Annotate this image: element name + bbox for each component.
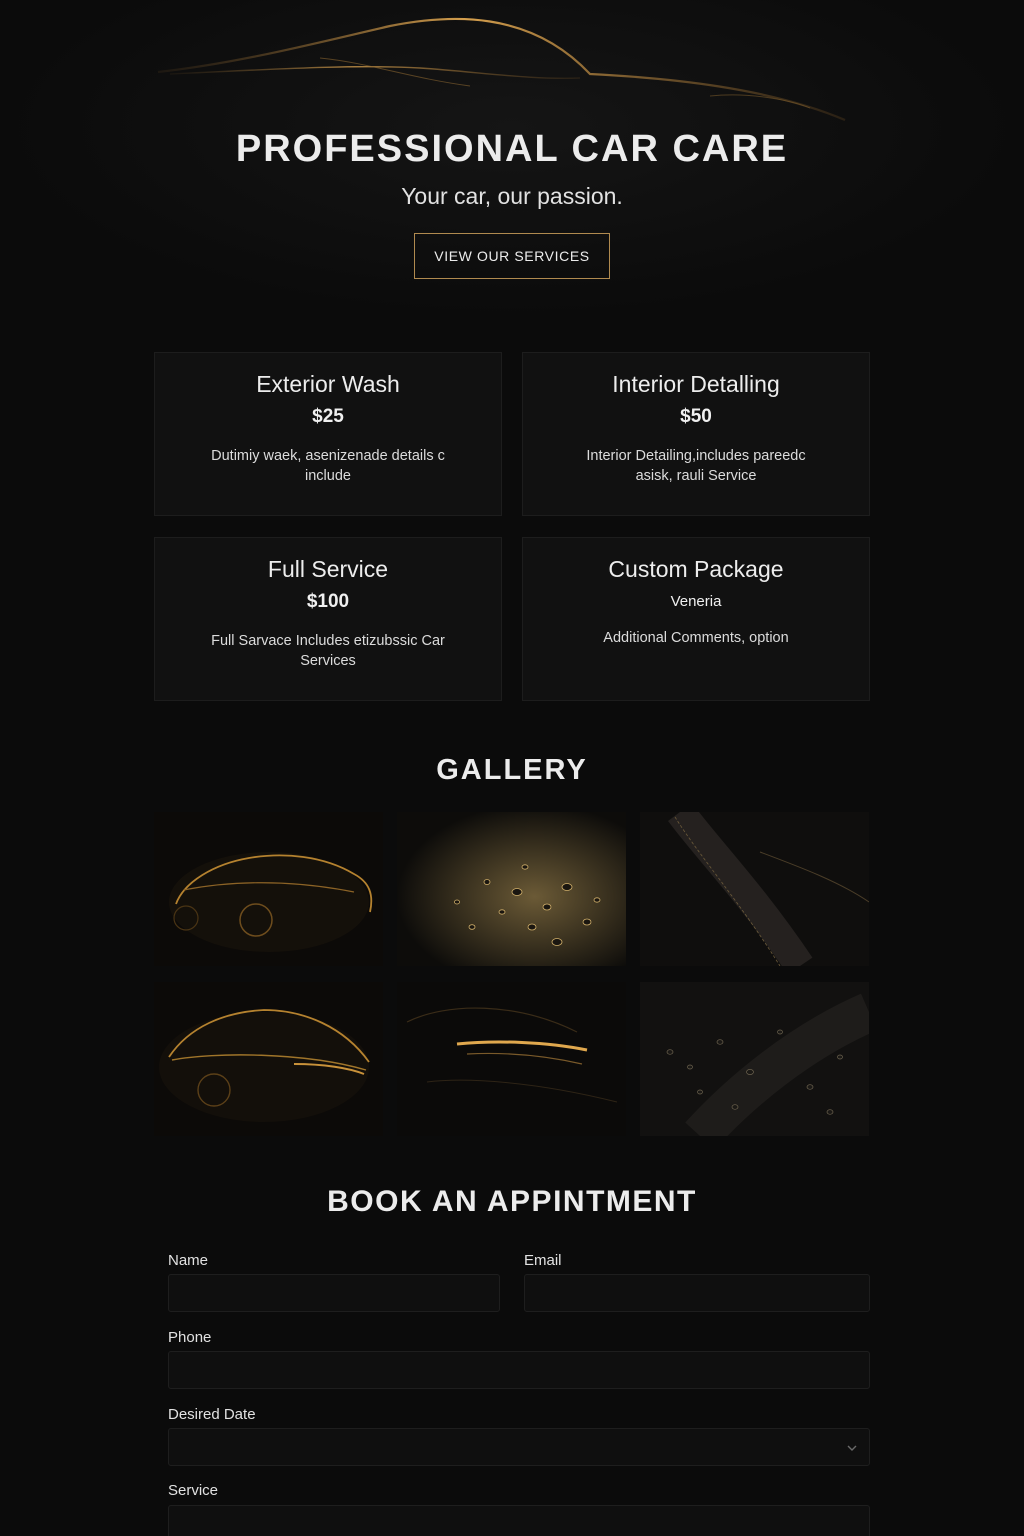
service-description: Full Sarvace Includes etizubssic Car Ser… <box>211 633 445 669</box>
hero-subtitle: Your car, our passion. <box>401 183 623 209</box>
car-outline-icon <box>157 17 846 122</box>
booking-title: BOOK AN APPINTMENT <box>327 1185 697 1218</box>
name-field[interactable] <box>168 1274 500 1312</box>
page-title: PROFESSIONAL CAR CARE <box>235 128 789 170</box>
phone-field[interactable] <box>168 1351 870 1389</box>
service-card-full-service[interactable]: Full Service $100 Full Sarvace Includes … <box>154 537 502 701</box>
car-silhouette-icon <box>154 982 383 1136</box>
service-field[interactable] <box>168 1505 870 1536</box>
services-section: Exterior Wash $25 Dutimiy waek, asenizen… <box>154 352 870 701</box>
service-description: Interior Detailing,includes pareedc asis… <box>586 448 806 484</box>
service-price: $25 <box>312 406 344 427</box>
service-name: Interior Detalling <box>612 371 780 397</box>
view-services-button[interactable]: VIEW OUR SERVICES <box>414 233 610 279</box>
gallery-image[interactable] <box>640 982 869 1136</box>
service-price: $100 <box>306 591 350 612</box>
water-droplets-icon <box>397 812 626 966</box>
water-droplets-icon <box>640 982 869 1136</box>
service-card-exterior-wash[interactable]: Exterior Wash $25 Dutimiy waek, asenizen… <box>154 352 502 516</box>
email-label: Email <box>524 1252 562 1269</box>
service-price: Veneria <box>670 593 722 610</box>
hero-section: PROFESSIONAL CAR CARE Your car, our pass… <box>0 0 1024 318</box>
page: PROFESSIONAL CAR CARE Your car, our pass… <box>0 0 1024 1536</box>
gallery-image[interactable] <box>154 812 383 966</box>
gallery-image[interactable] <box>154 982 383 1136</box>
name-label: Name <box>168 1252 209 1269</box>
service-price: $50 <box>680 406 712 427</box>
service-description: Additional Comments, option <box>603 630 789 646</box>
date-select[interactable] <box>168 1428 870 1466</box>
date-label: Desired Date <box>168 1406 256 1423</box>
gallery-title: GALLERY <box>436 754 588 786</box>
service-label: Service <box>168 1482 219 1499</box>
car-headlight-icon <box>397 982 626 1136</box>
service-name: Exterior Wash <box>256 371 400 397</box>
chevron-down-icon <box>847 1445 857 1451</box>
phone-label: Phone <box>168 1329 212 1346</box>
service-name: Custom Package <box>608 556 784 582</box>
email-field[interactable] <box>524 1274 870 1312</box>
gallery-image[interactable] <box>397 812 626 966</box>
gallery-image[interactable] <box>397 982 626 1136</box>
service-description: Dutimiy waek, asenizenade details c incl… <box>211 448 445 484</box>
gallery-image[interactable] <box>640 812 869 966</box>
service-name: Full Service <box>267 556 389 582</box>
service-card-interior-detailing[interactable]: Interior Detalling $50 Interior Detailin… <box>522 352 870 516</box>
gallery-grid <box>154 812 870 1136</box>
leather-seat-icon <box>640 812 869 966</box>
service-card-custom-package[interactable]: Custom Package Veneria Additional Commen… <box>522 537 870 701</box>
car-silhouette-icon <box>154 812 383 966</box>
